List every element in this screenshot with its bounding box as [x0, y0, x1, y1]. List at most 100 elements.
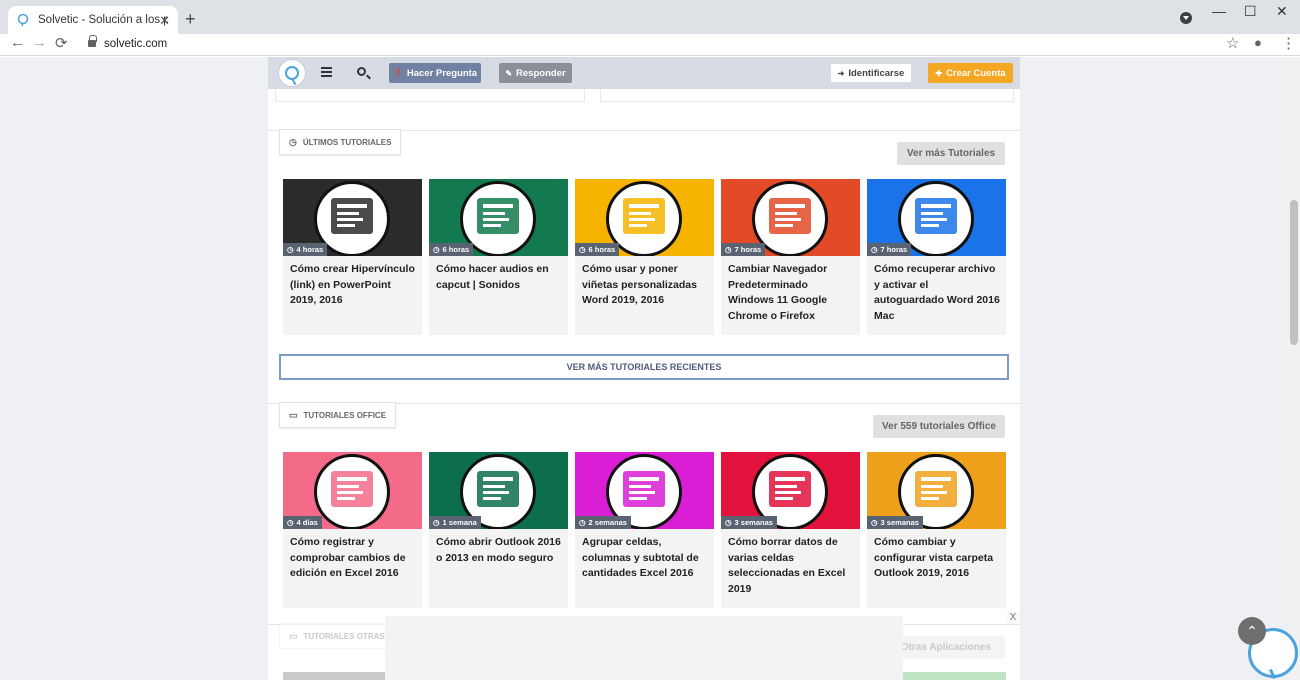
tutorial-card[interactable]: ◷ 4 días Cómo registrar y comprobar cambio…	[283, 452, 422, 608]
minimize-button[interactable]: —	[1212, 3, 1226, 19]
forward-icon[interactable]: →	[32, 34, 47, 51]
clock-icon: ◷	[725, 518, 732, 527]
time-badge: ◷ 3 semanas	[721, 516, 777, 529]
folder-icon: ▭	[289, 630, 298, 641]
clock-icon: ◷	[433, 518, 440, 527]
tutorial-thumbnail[interactable]: ◷ 6 horas	[429, 179, 568, 256]
more-tutorials-button[interactable]: Ver más Tutoriales	[897, 142, 1005, 165]
office-section-tag: ▭ TUTORIALES OFFICE	[279, 402, 397, 428]
time-badge: ◷ 6 horas	[575, 243, 620, 256]
tutorial-title-link[interactable]: Cómo recuperar archivo y activar el auto…	[874, 262, 1000, 324]
answer-button[interactable]: ✎ Responder	[499, 63, 572, 83]
tutorial-title-link[interactable]: Cómo cambiar y configurar vista carpeta …	[874, 535, 1000, 582]
tutorial-thumbnail[interactable]: ◷ 2 semanas	[575, 452, 714, 529]
tutorial-thumbnail[interactable]: ◷ 1 semana	[429, 452, 568, 529]
add-user-icon: ✚	[935, 68, 943, 78]
tutorial-card[interactable]: ◷ 6 horas Cómo hacer audios en capcut | So…	[429, 179, 568, 335]
solvetic-favicon-icon	[17, 13, 29, 27]
tab-close-icon[interactable]: ✕	[159, 13, 170, 29]
signup-label: Crear Cuenta	[946, 67, 1006, 79]
chevron-up-icon: ⌃	[1246, 622, 1258, 639]
browser-tab[interactable]: Solvetic - Solución a los problem ✕	[8, 6, 178, 34]
back-icon[interactable]: ←	[10, 34, 25, 51]
signup-button[interactable]: ✚ Crear Cuenta	[928, 63, 1013, 83]
scroll-to-top-button[interactable]: ⌃	[1238, 617, 1266, 645]
time-badge: ◷ 4 días	[283, 516, 322, 529]
tutorial-thumbnail[interactable]: ◷ 6 horas	[575, 179, 714, 256]
login-label: Identificarse	[848, 67, 905, 79]
time-text: 3 semanas	[880, 518, 919, 527]
tutorial-title-link[interactable]: Cómo usar y poner viñetas personalizadas…	[582, 262, 708, 309]
tutorial-title-link[interactable]: Cómo crear Hipervínculo (link) en PowerP…	[290, 262, 416, 309]
tutorial-thumbnail[interactable]: ◷ 7 horas	[721, 179, 860, 256]
ad-banner[interactable]	[385, 616, 903, 680]
time-badge: ◷ 4 horas	[283, 243, 328, 256]
latest-section-label: ÚLTIMOS TUTORIALES	[302, 137, 392, 147]
maximize-button[interactable]: ☐	[1244, 3, 1257, 20]
tutorial-card[interactable]: ◷ 3 semanas Cómo cambiar y configurar vist…	[867, 452, 1006, 608]
time-text: 6 horas	[442, 245, 470, 254]
tutorial-thumbnail[interactable]: ◷ 4 horas	[283, 179, 422, 256]
excel-edit-icon	[314, 454, 390, 529]
tutorial-card[interactable]: ◷ 6 horas Cómo usar y poner viñetas person…	[575, 179, 714, 335]
new-tab-button[interactable]: +	[185, 9, 196, 30]
office-tutorials-button[interactable]: Ver 559 tutoriales Office	[873, 415, 1005, 438]
time-badge: ◷ 7 horas	[867, 243, 912, 256]
time-badge: ◷ 1 semana	[429, 516, 481, 529]
clock-icon: ◷	[871, 245, 878, 254]
tutorial-card[interactable]: ◷ 3 semanas Cómo borrar datos de varias ce…	[721, 452, 860, 608]
time-text: 7 horas	[880, 245, 908, 254]
tutorial-title-link[interactable]: Cambiar Navegador Predeterminado Windows…	[728, 262, 854, 324]
question-icon: ❓	[392, 68, 403, 78]
tutorial-thumbnail[interactable]: ◷ 3 semanas	[867, 452, 1006, 529]
tutorial-title-link[interactable]: Cómo abrir Outlook 2016 o 2013 en modo s…	[436, 535, 562, 566]
clock-icon: ◷	[725, 245, 732, 254]
profile-icon[interactable]: ●	[1254, 35, 1262, 50]
time-text: 7 horas	[734, 245, 762, 254]
other-section-label: TUTORIALES OTRAS AP	[303, 631, 398, 641]
tutorial-card[interactable]: ◷ 1 semana Cómo abrir Outlook 2016 o 2013 …	[429, 452, 568, 608]
tutorial-title-link[interactable]: Agrupar celdas, columnas y subtotal de c…	[582, 535, 708, 582]
browser-navbar: ← → ⟳ solvetic.com ☆ ● ⋮	[0, 34, 1300, 56]
close-window-button[interactable]: ✕	[1276, 3, 1288, 20]
time-badge: ◷ 7 horas	[721, 243, 766, 256]
time-badge: ◷ 6 horas	[429, 243, 474, 256]
solvetic-logo[interactable]	[278, 59, 306, 87]
hamburger-menu-icon[interactable]	[321, 67, 332, 77]
more-recent-tutorials-button[interactable]: VER MÁS TUTORIALES RECIENTES	[279, 354, 1009, 380]
address-bar[interactable]: solvetic.com	[78, 34, 1248, 54]
time-text: 4 días	[296, 518, 318, 527]
tutorial-title-link[interactable]: Cómo registrar y comprobar cambios de ed…	[290, 535, 416, 582]
scrollbar[interactable]	[1288, 57, 1300, 680]
menu-more-icon[interactable]: ⋮	[1281, 34, 1296, 52]
tab-search-icon[interactable]	[1180, 12, 1192, 24]
bookmark-star-icon[interactable]: ☆	[1226, 34, 1239, 52]
tutorial-title-link[interactable]: Cómo borrar datos de varias celdas selec…	[728, 535, 854, 597]
time-text: 4 horas	[296, 245, 324, 254]
tutorial-card[interactable]: ◷ 2 semanas Agrupar celdas, columnas y sub…	[575, 452, 714, 608]
tutorial-title-link[interactable]: Cómo hacer audios en capcut | Sonidos	[436, 262, 562, 293]
site-header: ❓ Hacer Pregunta ✎ Responder ➜ Identificars…	[268, 57, 1020, 89]
ask-question-label: Hacer Pregunta	[406, 67, 478, 79]
reload-icon[interactable]: ⟳	[55, 34, 68, 52]
tutorial-card[interactable]: ◷ 7 horas Cambiar Navegador Predeterminado…	[721, 179, 860, 335]
tutorial-thumbnail[interactable]: ◷ 4 días	[283, 452, 422, 529]
clock-icon: ◷	[287, 518, 294, 527]
clock-icon: ◷	[433, 245, 440, 254]
url-text: solvetic.com	[104, 38, 168, 50]
tutorial-thumbnail[interactable]: ◷ 7 horas	[867, 179, 1006, 256]
time-text: 1 semana	[442, 518, 477, 527]
login-button[interactable]: ➜ Identificarse	[830, 63, 912, 83]
tutorial-card[interactable]: ◷ 4 horas Cómo crear Hipervínculo (link) e…	[283, 179, 422, 335]
tutorial-thumbnail[interactable]: ◷ 3 semanas	[721, 452, 860, 529]
office-section-label: TUTORIALES OFFICE	[303, 410, 387, 420]
tutorial-card[interactable]: ◷ 7 horas Cómo recuperar archivo y activar…	[867, 179, 1006, 335]
clock-icon: ◷	[287, 245, 294, 254]
ask-question-button[interactable]: ❓ Hacer Pregunta	[389, 63, 481, 83]
time-text: 2 semanas	[588, 518, 627, 527]
scrollbar-thumb[interactable]	[1290, 200, 1298, 345]
ad-close-button[interactable]: X	[1007, 612, 1019, 624]
edit-icon: ✎	[505, 68, 513, 78]
time-text: 3 semanas	[734, 518, 773, 527]
search-icon[interactable]	[357, 67, 366, 76]
